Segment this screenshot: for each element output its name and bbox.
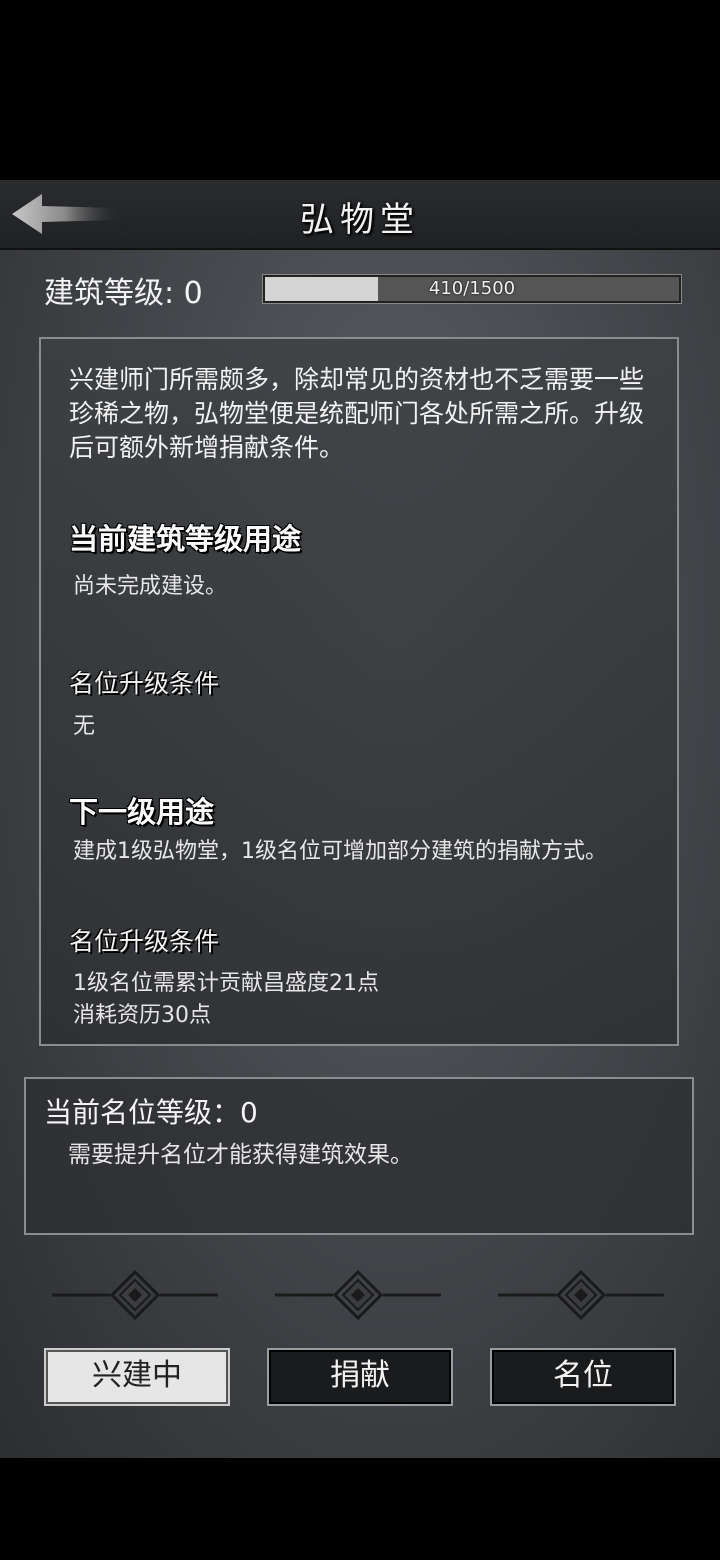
next-rank-condition-line-2: 消耗资历30点 [73, 1003, 211, 1028]
next-rank-condition-line-1: 1级名位需累计贡献昌盛度21点 [73, 971, 379, 996]
progress-text: 410/1500 [428, 278, 516, 299]
next-rank-condition-heading: 名位升级条件 [69, 927, 220, 956]
page-title: 弘物堂 [300, 200, 420, 240]
building-description: 兴建师门所需颇多，除却常见的资材也不乏需要一些珍稀之物，弘物堂便是统配师门各处所… [69, 365, 645, 462]
building-info-panel: 兴建师门所需颇多，除却常见的资材也不乏需要一些珍稀之物，弘物堂便是统配师门各处所… [39, 337, 679, 1046]
current-usage-heading: 当前建筑等级用途 [69, 522, 302, 556]
building-progress-bar: 410/1500 [263, 275, 681, 303]
diamond-ornament-icon [52, 1270, 218, 1320]
building-level-label: 建筑等级: 0 [44, 276, 203, 311]
tab-rank[interactable]: 名位 [490, 1348, 676, 1406]
rank-hint-text: 需要提升名位才能获得建筑效果。 [68, 1142, 413, 1168]
rank-status-panel: 当前名位等级：0 需要提升名位才能获得建筑效果。 [24, 1077, 694, 1235]
tab-building[interactable]: 兴建中 [44, 1348, 230, 1406]
tab-donate[interactable]: 捐献 [267, 1348, 453, 1406]
current-rank-condition-heading: 名位升级条件 [69, 669, 220, 698]
current-rank-condition-text: 无 [73, 714, 96, 739]
diamond-ornament-icon [498, 1270, 664, 1320]
next-usage-text: 建成1级弘物堂，1级名位可增加部分建筑的捐献方式。 [73, 839, 607, 864]
current-usage-text: 尚未完成建设。 [73, 574, 228, 599]
diamond-ornament-icon [275, 1270, 441, 1320]
current-rank-label: 当前名位等级：0 [44, 1096, 258, 1129]
title-bar: 弘物堂 [0, 180, 720, 250]
game-screen: 弘物堂 建筑等级: 0 410/1500 兴建师门所需颇多，除却常见的资材也不乏… [0, 180, 720, 1458]
next-usage-heading: 下一级用途 [69, 795, 215, 829]
